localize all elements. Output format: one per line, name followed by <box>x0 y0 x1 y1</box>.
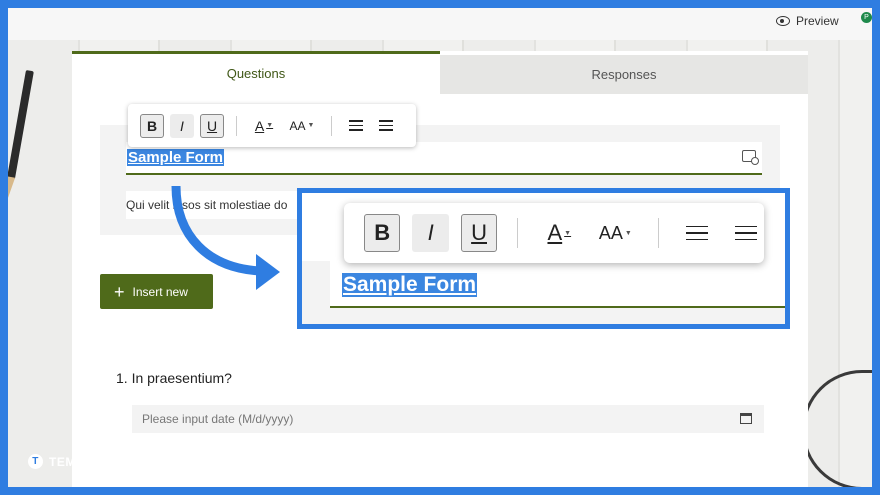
form-title-text: Sample Form <box>127 149 225 166</box>
bullet-list-button[interactable] <box>374 114 398 138</box>
template-logo-icon: T <box>28 454 43 469</box>
top-bar: Preview P <box>8 8 872 40</box>
calendar-icon[interactable] <box>740 413 752 424</box>
bullet-list-button-zoomed <box>728 214 764 252</box>
preview-button[interactable]: Preview <box>776 14 839 28</box>
bullet-list-icon <box>734 225 757 241</box>
date-input[interactable]: Please input date (M/d/yyyy) <box>132 405 764 433</box>
numbered-list-button-zoomed <box>679 214 715 252</box>
zoom-callout: Sample Form B I U A ▼ AA ▼ <box>297 188 790 329</box>
italic-button[interactable]: I <box>170 113 194 138</box>
font-color-button-zoomed: A ▼ <box>547 220 572 245</box>
font-color-button[interactable]: A ▼ <box>249 114 279 138</box>
tab-bar: Questions Responses <box>72 51 808 94</box>
screenshot-frame: Preview P Questions Responses + Insert n… <box>8 8 872 487</box>
font-color-icon: A <box>547 220 563 245</box>
underline-button[interactable]: U <box>200 113 224 138</box>
glasses-decoration <box>802 370 872 487</box>
avatar[interactable]: P <box>861 12 872 23</box>
image-icon[interactable] <box>742 150 759 165</box>
format-toolbar-small: B I U A ▼ AA ▼ <box>128 104 416 147</box>
tab-questions[interactable]: Questions <box>72 51 440 94</box>
font-size-icon: AA <box>289 118 306 133</box>
format-toolbar-large: B I U A ▼ AA ▼ <box>344 203 764 263</box>
eye-icon <box>776 16 790 26</box>
numbered-list-button[interactable] <box>344 114 368 138</box>
plus-icon: + <box>114 281 125 302</box>
date-input-placeholder: Please input date (M/d/yyyy) <box>142 412 294 426</box>
zoom-title-text: Sample Form <box>342 273 478 297</box>
toolbar-divider <box>658 218 660 248</box>
brand-name: TEMPLATE.NET <box>49 454 147 469</box>
bullet-list-icon <box>379 120 393 131</box>
watermark-brand: T TEMPLATE.NET <box>28 454 146 469</box>
font-size-icon: AA <box>598 222 623 243</box>
pencil-decoration <box>8 70 40 210</box>
toolbar-divider <box>517 218 519 248</box>
numbered-list-icon <box>686 225 709 241</box>
question-title: 1. In praesentium? <box>116 370 232 386</box>
tab-responses[interactable]: Responses <box>440 55 808 94</box>
numbered-list-icon <box>349 120 363 131</box>
toolbar-divider <box>331 115 332 136</box>
bold-button-zoomed: B <box>364 214 401 252</box>
font-size-button-zoomed: AA ▼ <box>598 222 632 243</box>
font-size-button[interactable]: AA ▼ <box>285 114 319 138</box>
toolbar-divider <box>236 115 237 136</box>
bold-button[interactable]: B <box>140 113 164 138</box>
italic-button-zoomed: I <box>412 214 449 252</box>
underline-button-zoomed: U <box>460 214 498 252</box>
curved-arrow-icon <box>171 186 280 290</box>
font-color-icon: A <box>254 117 265 134</box>
preview-label: Preview <box>796 14 839 28</box>
